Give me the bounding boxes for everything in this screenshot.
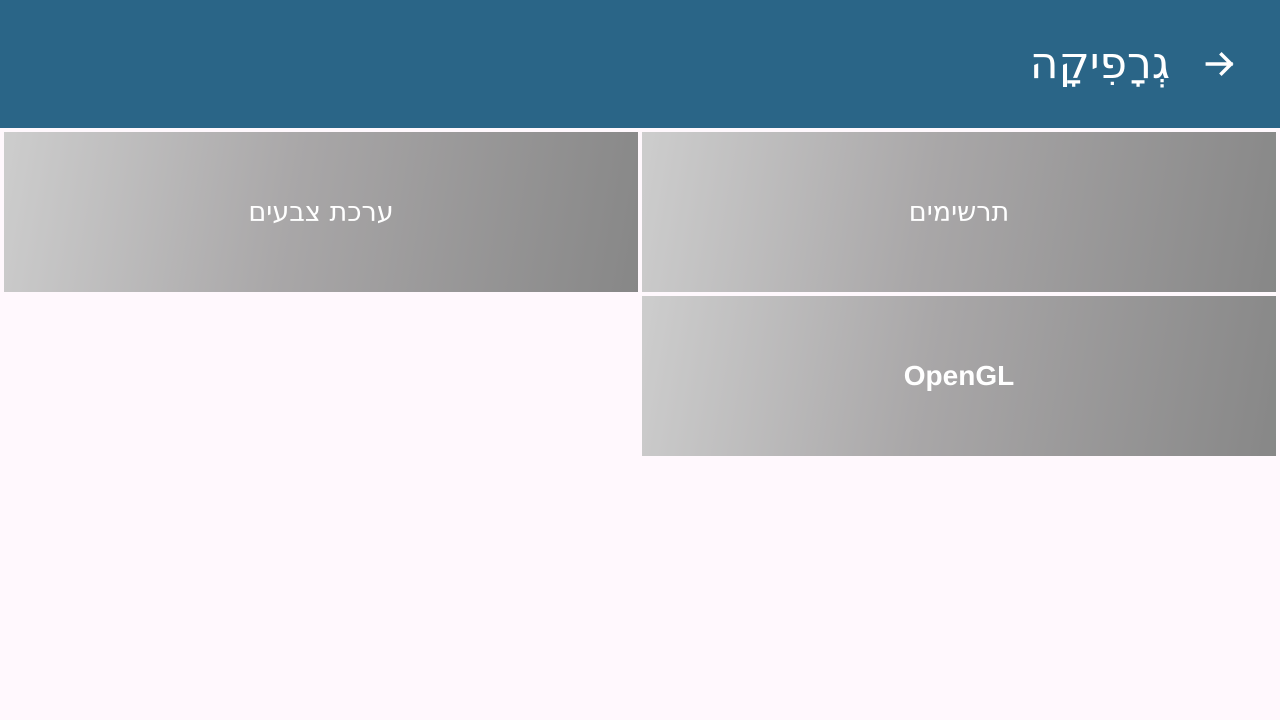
arrow-right-icon [1205,52,1234,76]
tile-opengl[interactable]: OpenGL [642,296,1276,456]
page-title: גְרָפִיקָה [1029,38,1170,89]
back-button[interactable] [1194,38,1246,90]
tile-color-scheme[interactable]: ערכת צבעים [4,132,638,292]
tile-charts[interactable]: תרשימים [642,132,1276,292]
app-window: גְרָפִיקָה תרשימים ערכת צבעים OpenGL [0,0,1280,720]
category-grid: תרשימים ערכת צבעים OpenGL [4,132,1276,456]
tile-opengl-label: OpenGL [903,360,1015,391]
tile-color-scheme-label: ערכת צבעים [248,196,394,228]
tile-charts-label: תרשימים [908,196,1010,228]
top-app-bar: גְרָפִיקָה [0,0,1280,128]
